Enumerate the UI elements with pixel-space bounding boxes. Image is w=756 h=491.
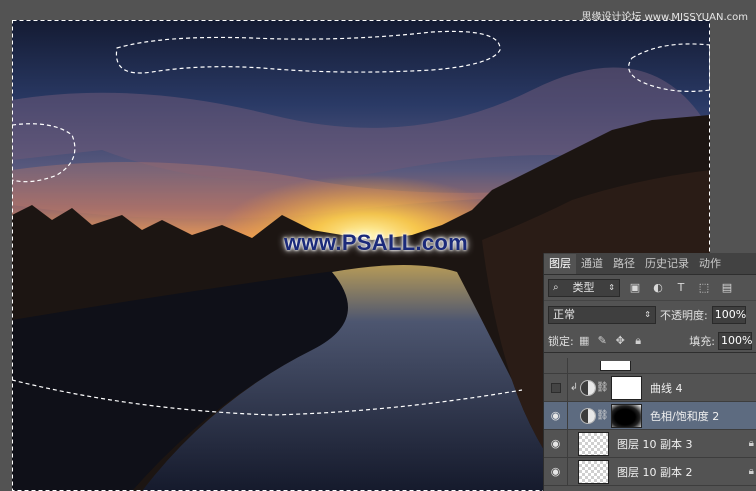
visibility-toggle[interactable]: ◉	[544, 429, 568, 458]
clipping-arrow-icon: ↲	[569, 382, 579, 393]
layer-row-partial[interactable]	[544, 358, 756, 374]
type-filter-icon[interactable]: T	[673, 280, 689, 296]
tab-channels[interactable]: 通道	[576, 254, 608, 274]
layer-row-hue-saturation-2[interactable]: ◉ ⛓︎ 色相/饱和度 2	[544, 401, 756, 430]
eye-icon: ◉	[550, 465, 561, 478]
layers-panel: 图层 通道 路径 历史记录 动作 ⌕ 类型 ⇕ ▣ ◐ T ⬚ ▤ 正常 ⇕ 不…	[543, 253, 756, 491]
lock-label: 锁定:	[548, 334, 574, 348]
photoshop-window: 思缘设计论坛 www.MISSYUAN.com www.PSALL.com 图层…	[0, 0, 756, 491]
shape-filter-icon[interactable]: ⬚	[696, 280, 712, 296]
lock-icon: 🔒︎	[748, 466, 754, 477]
layer-thumbnail[interactable]	[578, 459, 609, 484]
visibility-toggle[interactable]: ◉	[544, 401, 568, 430]
layer-list[interactable]: ↲ ⛓︎ 曲线 4 ◉ ⛓︎ 色相/饱和度 2 ◉ 图层 10 副本 3 🔒︎	[544, 358, 756, 491]
image-filter-icon[interactable]: ▣	[627, 280, 643, 296]
blend-mode-label: 正常	[553, 308, 575, 321]
tab-paths[interactable]: 路径	[608, 254, 640, 274]
lock-paint-icon[interactable]: ✎	[595, 333, 610, 348]
lock-transparent-icon[interactable]: ▦	[577, 333, 592, 348]
chain-link-icon[interactable]: ⛓︎	[596, 410, 609, 421]
layer-row-curves-4[interactable]: ↲ ⛓︎ 曲线 4	[544, 373, 756, 402]
hidden-checkbox	[550, 382, 561, 393]
site-watermark-label: www.PSALL.com	[284, 230, 468, 255]
layer-thumbnail	[600, 360, 631, 371]
layer-thumbnail[interactable]	[578, 431, 609, 456]
layer-row-layer-10-copy-3[interactable]: ◉ 图层 10 副本 3 🔒︎	[544, 429, 756, 458]
filter-kind-label: 类型	[572, 280, 595, 294]
adjustment-layer-icon	[580, 407, 596, 424]
fill-label: 填充:	[689, 334, 715, 348]
lock-all-icon[interactable]: 🔒︎	[631, 333, 646, 348]
smart-object-filter-icon[interactable]: ▤	[719, 280, 735, 296]
blend-mode-select[interactable]: 正常 ⇕	[548, 306, 656, 324]
layer-name[interactable]: 色相/饱和度 2	[650, 408, 719, 424]
visibility-toggle[interactable]: ◉	[544, 457, 568, 486]
visibility-toggle[interactable]	[544, 373, 568, 402]
layer-mask-thumbnail[interactable]	[611, 375, 642, 400]
tab-actions[interactable]: 动作	[694, 254, 726, 274]
tab-history[interactable]: 历史记录	[640, 254, 694, 274]
panel-tab-bar: 图层 通道 路径 历史记录 动作	[544, 253, 756, 275]
search-icon: ⌕	[553, 281, 559, 293]
layer-name[interactable]: 图层 10 副本 3	[617, 436, 693, 452]
opacity-label: 不透明度:	[660, 309, 708, 322]
eye-icon: ◉	[550, 409, 561, 422]
chevron-updown-icon: ⇕	[644, 310, 651, 319]
chain-link-icon[interactable]: ⛓︎	[596, 382, 609, 393]
lock-icon: 🔒︎	[748, 438, 754, 449]
layer-row-layer-10-copy-2[interactable]: ◉ 图层 10 副本 2 🔒︎	[544, 457, 756, 486]
layer-name[interactable]: 曲线 4	[650, 380, 683, 396]
lock-row: 锁定: ▦ ✎ ✥ 🔒︎ 填充: 100%	[544, 329, 756, 353]
lock-position-icon[interactable]: ✥	[613, 333, 628, 348]
adjustment-layer-icon	[580, 379, 596, 396]
tab-layers[interactable]: 图层	[544, 254, 576, 274]
eye-icon: ◉	[550, 437, 561, 450]
fill-input[interactable]: 100%	[718, 331, 752, 350]
filter-kind-select[interactable]: ⌕ 类型 ⇕	[548, 278, 620, 297]
layer-mask-thumbnail[interactable]	[611, 403, 642, 428]
opacity-input[interactable]: 100%	[711, 306, 746, 324]
chevron-updown-icon: ⇕	[608, 282, 615, 292]
adjustment-filter-icon[interactable]: ◐	[650, 280, 666, 296]
blend-row: 正常 ⇕ 不透明度: 100%	[544, 301, 756, 329]
layer-name[interactable]: 图层 10 副本 2	[617, 464, 693, 480]
layer-filter-row: ⌕ 类型 ⇕ ▣ ◐ T ⬚ ▤	[544, 275, 756, 301]
visibility-toggle[interactable]	[544, 358, 568, 374]
